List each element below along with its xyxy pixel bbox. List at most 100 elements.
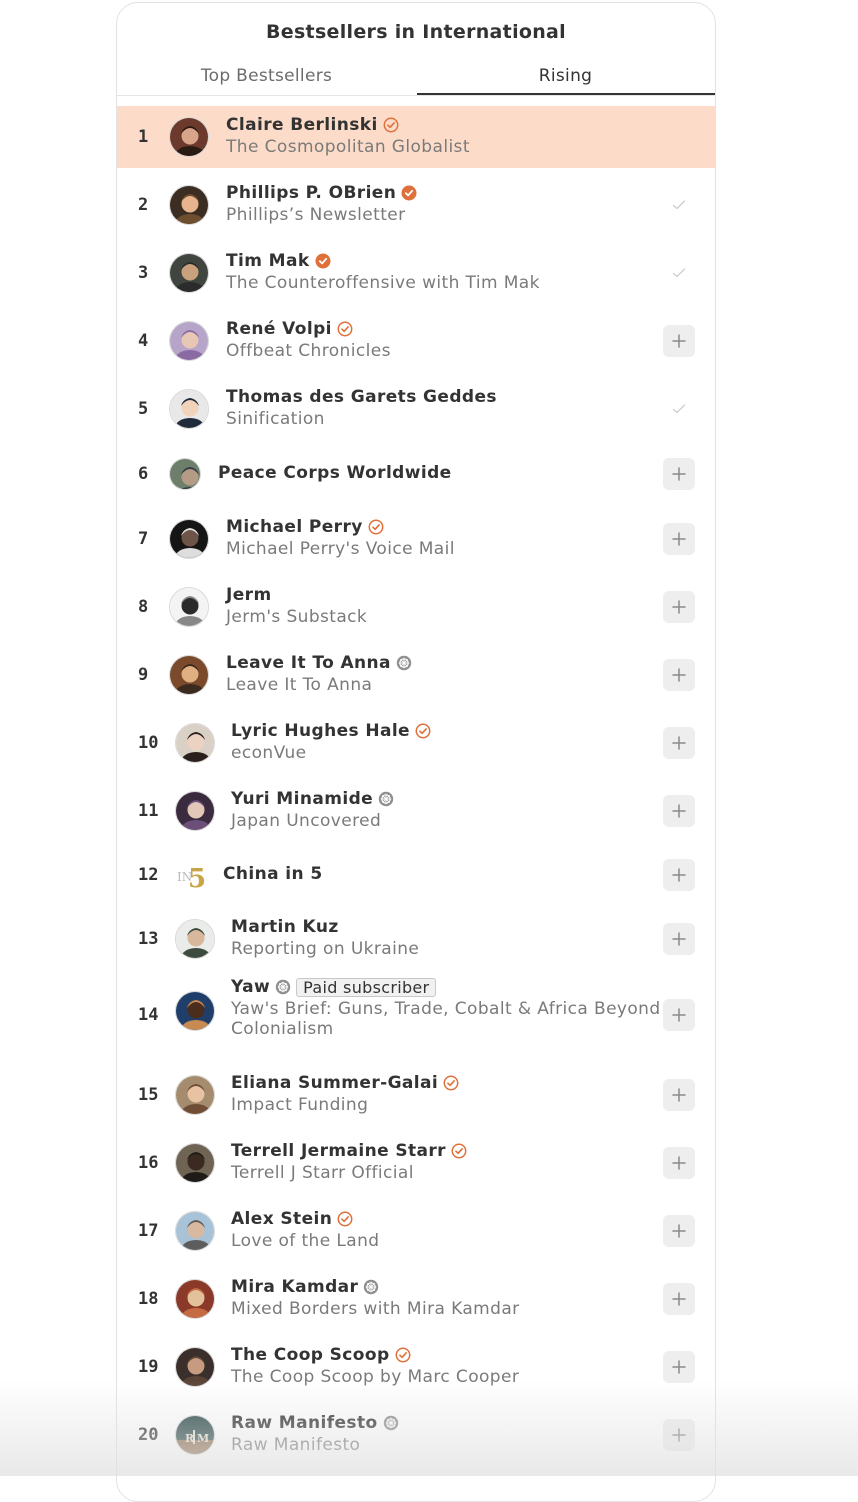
ranking-row[interactable]: 11 Yuri Minamide Japan Uncovered bbox=[117, 777, 715, 845]
subscribe-plus-button[interactable] bbox=[663, 591, 695, 623]
avatar[interactable] bbox=[175, 1279, 215, 1319]
author-name[interactable]: China in 5 bbox=[223, 864, 323, 884]
author-name[interactable]: Eliana Summer-Galai bbox=[231, 1073, 438, 1093]
author-name[interactable]: Phillips P. OBrien bbox=[226, 183, 396, 203]
avatar[interactable] bbox=[175, 1075, 215, 1115]
subscribe-plus-button[interactable] bbox=[663, 795, 695, 827]
publication-name[interactable]: The Cosmopolitan Globalist bbox=[226, 137, 663, 157]
avatar[interactable] bbox=[175, 791, 215, 831]
author-name[interactable]: Tim Mak bbox=[226, 251, 310, 271]
author-name[interactable]: Claire Berlinski bbox=[226, 115, 378, 135]
subscribe-plus-button[interactable] bbox=[663, 1079, 695, 1111]
author-name[interactable]: Mira Kamdar bbox=[231, 1277, 358, 1297]
publication-name[interactable]: Raw Manifesto bbox=[231, 1435, 663, 1455]
ranking-row[interactable]: 1 Claire Berlinski The Cosmopolitan Global… bbox=[117, 106, 715, 168]
ranking-row[interactable]: 2 Phillips P. OBrien Phillips’s Newsletter bbox=[117, 171, 715, 239]
subscribe-plus-button[interactable] bbox=[663, 458, 695, 490]
author-name[interactable]: Peace Corps Worldwide bbox=[218, 463, 452, 483]
ranking-row[interactable]: 3 Tim Mak The Counteroffensive with Tim Ma… bbox=[117, 239, 715, 307]
author-name[interactable]: Thomas des Garets Geddes bbox=[226, 387, 497, 407]
ranking-row[interactable]: 4 René Volpi Offbeat Chronicles bbox=[117, 307, 715, 375]
publication-name[interactable]: Yaw's Brief: Guns, Trade, Cobalt & Afric… bbox=[231, 999, 673, 1039]
author-name[interactable]: Lyric Hughes Hale bbox=[231, 721, 410, 741]
ranking-row[interactable]: 20 R M Raw Manifesto Raw Manifesto bbox=[117, 1401, 715, 1469]
avatar[interactable] bbox=[175, 1143, 215, 1183]
avatar[interactable] bbox=[169, 117, 209, 157]
subscribe-plus-button[interactable] bbox=[663, 659, 695, 691]
tab-top-bestsellers[interactable]: Top Bestsellers bbox=[117, 61, 416, 95]
avatar[interactable]: IN 5 bbox=[175, 859, 207, 891]
subscribe-plus-button[interactable] bbox=[663, 1215, 695, 1247]
ranking-row[interactable]: 13 Martin Kuz Reporting on Ukraine bbox=[117, 905, 715, 973]
author-name[interactable]: Raw Manifesto bbox=[231, 1413, 378, 1433]
publication-name[interactable]: Terrell J Starr Official bbox=[231, 1163, 663, 1183]
ranking-row[interactable]: 10 Lyric Hughes Hale econVue bbox=[117, 709, 715, 777]
ranking-row[interactable]: 17 Alex Stein Love of the Land bbox=[117, 1197, 715, 1265]
author-name[interactable]: Martin Kuz bbox=[231, 917, 339, 937]
publication-name[interactable]: Reporting on Ukraine bbox=[231, 939, 663, 959]
author-name[interactable]: Michael Perry bbox=[226, 517, 363, 537]
ranking-row[interactable]: 8 Jerm Jerm's Substack bbox=[117, 573, 715, 641]
ranking-row[interactable]: 16 Terrell Jermaine Starr Terrell J Starr … bbox=[117, 1129, 715, 1197]
ranking-row[interactable]: 9 Leave It To Anna Leave It To Anna bbox=[117, 641, 715, 709]
avatar[interactable] bbox=[169, 389, 209, 429]
avatar[interactable] bbox=[175, 723, 215, 763]
ranking-row[interactable]: 14 Yaw Paid subscriber Yaw's Brief: Guns, T… bbox=[117, 969, 715, 1061]
ranking-row[interactable]: 5 Thomas des Garets Geddes Sinification bbox=[117, 375, 715, 443]
ranking-row[interactable]: 6 Peace Corps Worldwide bbox=[117, 443, 715, 505]
avatar[interactable] bbox=[169, 458, 201, 490]
publication-name[interactable]: Mixed Borders with Mira Kamdar bbox=[231, 1299, 663, 1319]
subscribed-check-button[interactable] bbox=[663, 189, 695, 221]
ranking-row[interactable]: 7 Michael Perry Michael Perry's Voice Mail bbox=[117, 505, 715, 573]
avatar[interactable] bbox=[169, 587, 209, 627]
author-name[interactable]: René Volpi bbox=[226, 319, 332, 339]
subscribe-plus-button[interactable] bbox=[663, 859, 695, 891]
publication-name[interactable]: The Counteroffensive with Tim Mak bbox=[226, 273, 663, 293]
avatar[interactable] bbox=[169, 185, 209, 225]
ranking-row[interactable]: 12 IN 5 China in 5 bbox=[117, 845, 715, 905]
publication-name[interactable]: Jerm's Substack bbox=[226, 607, 663, 627]
subscribe-plus-button[interactable] bbox=[663, 1147, 695, 1179]
ranking-row[interactable]: 18 Mira Kamdar Mixed Borders with Mira Kam… bbox=[117, 1265, 715, 1333]
avatar[interactable] bbox=[169, 253, 209, 293]
author-name[interactable]: The Coop Scoop bbox=[231, 1345, 390, 1365]
subscribe-plus-button[interactable] bbox=[663, 999, 695, 1031]
publication-name[interactable]: Japan Uncovered bbox=[231, 811, 663, 831]
subscribed-check-button[interactable] bbox=[663, 393, 695, 425]
publication-name[interactable]: Sinification bbox=[226, 409, 663, 429]
tab-divider bbox=[117, 95, 715, 96]
author-name[interactable]: Terrell Jermaine Starr bbox=[231, 1141, 446, 1161]
publication-name[interactable]: Phillips’s Newsletter bbox=[226, 205, 663, 225]
publication-name[interactable]: econVue bbox=[231, 743, 663, 763]
subscribe-plus-button[interactable] bbox=[663, 1419, 695, 1451]
subscribe-plus-button[interactable] bbox=[663, 1283, 695, 1315]
avatar[interactable] bbox=[175, 1211, 215, 1251]
publication-name[interactable]: The Coop Scoop by Marc Cooper bbox=[231, 1367, 663, 1387]
publication-name[interactable]: Leave It To Anna bbox=[226, 675, 663, 695]
ranking-row[interactable]: 15 Eliana Summer-Galai Impact Funding bbox=[117, 1061, 715, 1129]
avatar[interactable] bbox=[175, 919, 215, 959]
publication-name[interactable]: Impact Funding bbox=[231, 1095, 663, 1115]
avatar[interactable] bbox=[169, 321, 209, 361]
avatar[interactable]: RM bbox=[175, 1415, 215, 1455]
subscribe-plus-button[interactable] bbox=[663, 727, 695, 759]
avatar[interactable] bbox=[169, 655, 209, 695]
subscribe-plus-button[interactable] bbox=[663, 523, 695, 555]
author-name[interactable]: Yaw bbox=[231, 977, 270, 997]
publication-name[interactable]: Michael Perry's Voice Mail bbox=[226, 539, 663, 559]
subscribed-check-button[interactable] bbox=[663, 257, 695, 289]
ranking-row[interactable]: 19 The Coop Scoop The Coop Scoop by Marc C… bbox=[117, 1333, 715, 1401]
avatar[interactable] bbox=[175, 1347, 215, 1387]
author-name[interactable]: Yuri Minamide bbox=[231, 789, 373, 809]
tab-rising[interactable]: Rising bbox=[416, 61, 715, 95]
subscribe-plus-button[interactable] bbox=[663, 923, 695, 955]
subscribe-plus-button[interactable] bbox=[663, 1351, 695, 1383]
publication-name[interactable]: Love of the Land bbox=[231, 1231, 663, 1251]
author-name[interactable]: Jerm bbox=[226, 585, 272, 605]
avatar[interactable] bbox=[169, 519, 209, 559]
author-name[interactable]: Leave It To Anna bbox=[226, 653, 391, 673]
publication-name[interactable]: Offbeat Chronicles bbox=[226, 341, 663, 361]
subscribe-plus-button[interactable] bbox=[663, 325, 695, 357]
avatar[interactable] bbox=[175, 991, 215, 1031]
author-name[interactable]: Alex Stein bbox=[231, 1209, 332, 1229]
